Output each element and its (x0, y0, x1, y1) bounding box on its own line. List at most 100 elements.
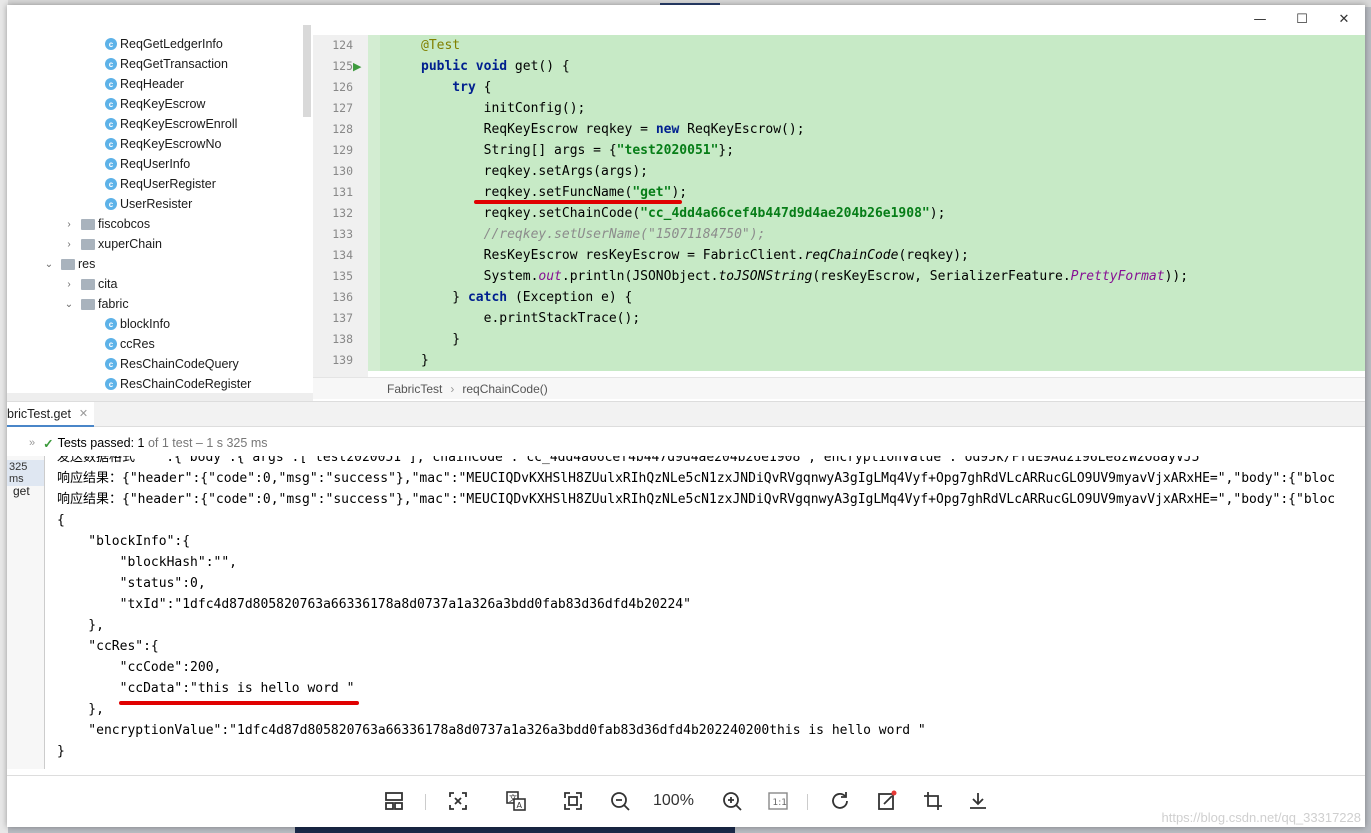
console-line: "status":0, (57, 576, 206, 591)
tree-item[interactable]: › xuperChain (63, 234, 162, 254)
tree-item-label: res (78, 257, 96, 271)
zoom-level: 100% (653, 792, 694, 809)
chevron-down-icon[interactable]: ⌄ (43, 259, 55, 270)
breadcrumb-item-class[interactable]: FabricTest (387, 382, 442, 396)
class-icon: c (105, 318, 117, 330)
test-duration: 325 ms (7, 460, 44, 486)
console-line: "ccRes":{ (57, 639, 159, 654)
console-line: "ccCode":200, (57, 660, 222, 675)
watermark: https://blog.csdn.net/qq_33317228 (1161, 810, 1362, 825)
console-line: "ccData":"this is hello word " (57, 681, 355, 696)
maximize-button[interactable]: ☐ (1281, 5, 1323, 33)
code-line: } (421, 353, 429, 368)
tree-item-label: ReqGetLedgerInfo (120, 37, 223, 51)
tree-item[interactable]: c ReqUserInfo (105, 154, 190, 174)
tree-item-label: UserResister (120, 197, 193, 211)
svg-text:A: A (517, 801, 523, 810)
tree-item[interactable]: c ReqKeyEscrow (105, 94, 205, 114)
line-number: 129 (332, 143, 353, 157)
tree-item-label: ReqKeyEscrowEnroll (120, 117, 238, 131)
edit-icon[interactable] (874, 788, 900, 814)
tree-item[interactable]: c ReqKeyEscrowEnroll (105, 114, 237, 134)
class-icon: c (105, 98, 117, 110)
crop-icon[interactable] (920, 788, 946, 814)
test-tree: 325 ms get (7, 456, 45, 769)
tree-item[interactable]: › fiscobcos (63, 214, 150, 234)
tree-item[interactable]: c ReqGetLedgerInfo (105, 34, 223, 54)
window-controls: — ☐ ✕ (1239, 5, 1365, 33)
chevron-right-icon[interactable]: › (63, 279, 75, 290)
close-tab-icon[interactable]: ✕ (79, 407, 88, 420)
chevron-down-icon[interactable]: ⌄ (63, 299, 75, 310)
folder-icon (81, 218, 95, 230)
breadcrumb-item-method[interactable]: reqChainCode() (462, 382, 547, 396)
translate-icon[interactable]: 文A (503, 788, 529, 814)
run-tab-label: bricTest.get (7, 406, 71, 421)
minimize-button[interactable]: — (1239, 5, 1281, 33)
tree-scrollbar[interactable] (303, 25, 311, 117)
run-test-icon[interactable]: ▶ (353, 60, 361, 73)
fit-screen-icon[interactable] (445, 788, 471, 814)
line-number: 124 (332, 38, 353, 52)
tree-item[interactable]: ⌄ res (43, 254, 96, 274)
layout-icon[interactable] (381, 788, 407, 814)
breadcrumb: FabricTest › reqChainCode() (313, 377, 1365, 399)
tree-item[interactable]: c ReqUserRegister (105, 174, 216, 194)
breadcrumb-separator: › (450, 381, 455, 396)
tree-item[interactable]: › cita (63, 274, 117, 294)
console-line: "blockInfo":{ (57, 534, 191, 549)
code-line: ReqKeyEscrow reqkey = new ReqKeyEscrow()… (421, 122, 805, 137)
console-line: 响应结果：{"header":{"code":0,"msg":"success"… (57, 471, 1336, 486)
code-line: public void get() { (421, 59, 570, 74)
class-icon: c (105, 378, 117, 390)
code-line: @Test (421, 38, 461, 53)
rotate-icon[interactable] (827, 788, 853, 814)
tree-item[interactable]: c ResChainCodeQuery (105, 354, 239, 374)
tree-item-label: fiscobcos (98, 217, 151, 231)
console-line: 响应结果：{"header":{"code":0,"msg":"success"… (57, 492, 1336, 507)
tree-item[interactable]: c ReqHeader (105, 74, 184, 94)
line-number: 127 (332, 101, 353, 115)
zoom-out-icon[interactable] (607, 788, 633, 814)
tree-item-label: ReqGetTransaction (120, 57, 228, 71)
expand-chevron-icon[interactable]: » (29, 437, 35, 449)
actual-size-icon[interactable]: 1:1 (765, 788, 791, 814)
line-number: 138 (332, 332, 353, 346)
tree-item[interactable]: c ReqGetTransaction (105, 54, 228, 74)
tree-item[interactable]: c ccRes (105, 334, 155, 354)
tree-item[interactable]: c blockInfo (105, 314, 170, 334)
code-editor[interactable]: ▶ 124 125 126 127 128 129 130 131 132 133 134 135 13… (313, 35, 1365, 377)
project-tree: c ReqGetLedgerInfo c ReqGetTransaction c ReqH… (7, 33, 305, 395)
class-icon: c (105, 58, 117, 70)
code-line: } (421, 332, 461, 347)
line-number: 125 (332, 59, 353, 73)
class-icon: c (105, 118, 117, 130)
chevron-right-icon[interactable]: › (63, 239, 75, 250)
run-tab[interactable]: bricTest.get ✕ (7, 402, 95, 427)
code-line: } catch (Exception e) { (421, 290, 633, 305)
tree-item-label: ResChainCodeQuery (120, 357, 239, 371)
tree-item[interactable]: c ResChainCodeRegister (105, 374, 251, 394)
test-item-get[interactable]: get (13, 484, 30, 498)
code-line: //reqkey.setUserName("15071184750"); (421, 227, 766, 242)
tree-item[interactable]: c ReqKeyEscrowNo (105, 134, 221, 154)
image-viewer-window: — ☐ ✕ c ReqGetLedgerInfo c ReqGetTransactio… (7, 5, 1365, 827)
tree-item[interactable]: ⌄ fabric (63, 294, 129, 314)
toolbar-divider (425, 794, 426, 810)
fullscreen-icon[interactable] (560, 788, 586, 814)
chevron-right-icon[interactable]: › (63, 219, 75, 230)
zoom-in-icon[interactable] (719, 788, 745, 814)
line-number: 130 (332, 164, 353, 178)
tree-item-label: ccRes (120, 337, 155, 351)
line-number: 136 (332, 290, 353, 304)
line-number: 131 (332, 185, 353, 199)
tree-item[interactable]: c UserResister (105, 194, 192, 214)
download-icon[interactable] (965, 788, 991, 814)
class-icon: c (105, 338, 117, 350)
line-number: 132 (332, 206, 353, 220)
class-icon: c (105, 38, 117, 50)
code-line: String[] args = {"test2020051"}; (421, 143, 735, 158)
console-line: "blockHash":"", (57, 555, 238, 570)
close-button[interactable]: ✕ (1323, 5, 1365, 33)
console-output[interactable]: 发送数据格式 :{"body":{"args":["test2020051"],… (45, 456, 1365, 769)
